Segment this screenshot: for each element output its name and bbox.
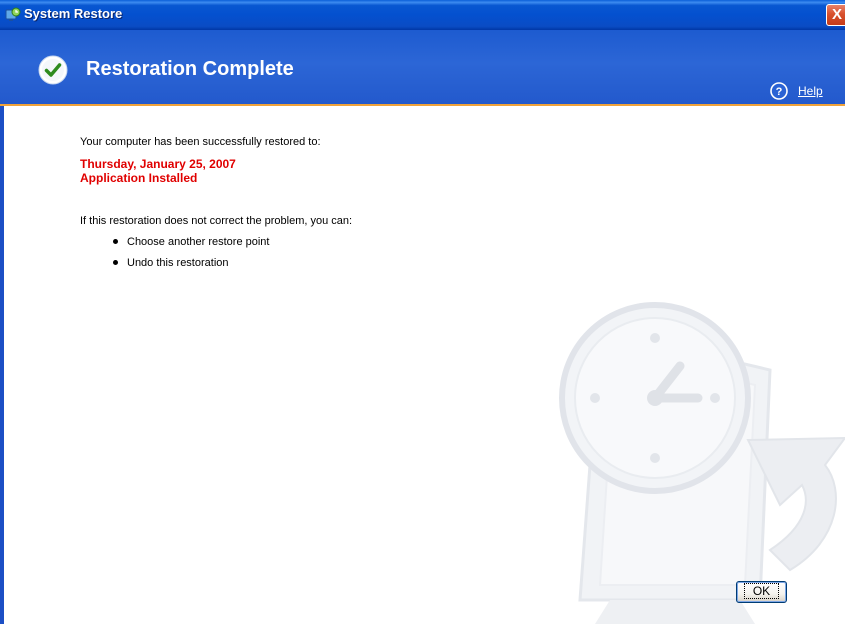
restore-point-description: Application Installed <box>80 171 198 185</box>
option-label: Choose another restore point <box>127 236 270 248</box>
ok-button[interactable]: OK <box>736 581 787 603</box>
page-title: Restoration Complete <box>86 58 294 80</box>
ok-button-label: OK <box>743 583 780 599</box>
system-restore-window: System Restore X Restoration Complete ? … <box>0 0 845 624</box>
option-choose-restore-point: Choose another restore point <box>113 236 269 248</box>
header-band: Restoration Complete ? Help <box>0 30 845 106</box>
restore-point-date: Thursday, January 25, 2007 <box>80 157 236 171</box>
system-restore-icon <box>5 7 21 21</box>
checkmark-icon <box>38 55 68 85</box>
bullet <box>113 238 118 244</box>
clock-restore-illustration <box>559 302 845 624</box>
window-title: System Restore <box>24 6 123 21</box>
title-bar[interactable]: System Restore X <box>0 0 845 30</box>
option-label: Undo this restoration <box>127 257 229 269</box>
bullet <box>113 259 118 265</box>
help-icon[interactable]: ? <box>770 82 788 100</box>
intro-text: Your computer has been successfully rest… <box>80 136 321 148</box>
window-left-border <box>0 106 4 624</box>
close-button[interactable]: X <box>826 4 845 26</box>
option-undo-restoration: Undo this restoration <box>113 257 229 269</box>
svg-text:?: ? <box>776 86 783 98</box>
options-intro-text: If this restoration does not correct the… <box>80 215 353 227</box>
help-link[interactable]: Help <box>798 84 823 98</box>
